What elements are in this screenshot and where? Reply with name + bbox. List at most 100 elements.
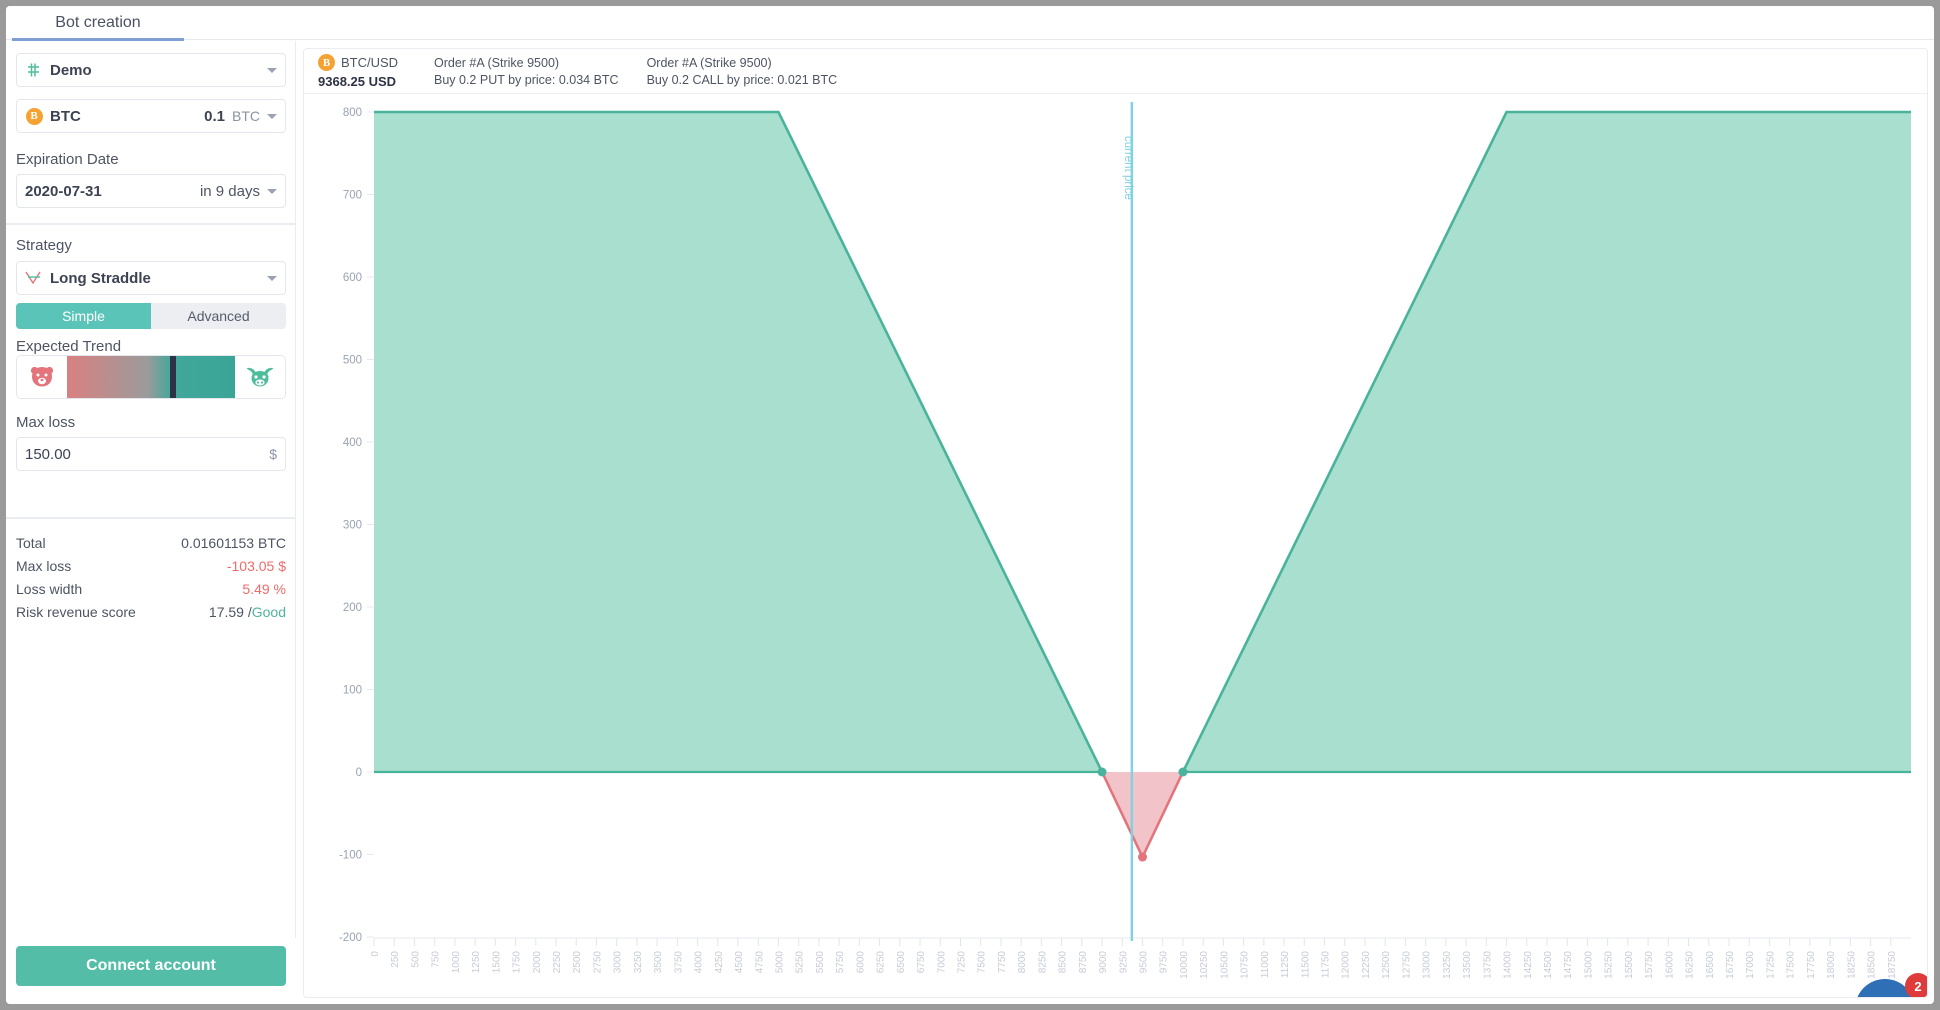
current-price-label: current price [1122, 136, 1134, 200]
x-tick-label: 12750 [1401, 951, 1412, 979]
summary-key: Total [16, 534, 46, 551]
strategy-label: Strategy [16, 237, 72, 254]
x-tick-label: 17750 [1806, 951, 1817, 979]
x-tick-label: 3000 [613, 951, 624, 974]
tab-bot-creation[interactable]: Bot creation [18, 6, 178, 40]
x-tick-label: 14500 [1543, 951, 1554, 979]
expected-trend-label: Expected Trend [16, 338, 122, 355]
x-tick-label: 15750 [1644, 951, 1655, 979]
tab-bar: Bot creation [6, 6, 1934, 41]
expiration-relative-wrap: in 9 days [200, 183, 277, 200]
summary-value-rating: Good [251, 603, 286, 620]
ticker-symbol: BTC/USD [341, 55, 399, 70]
order-card-put[interactable]: Order #A (Strike 9500) Buy 0.2 PUT by pr… [434, 56, 619, 87]
summary-row-risk-revenue-score: Risk revenue score 17.59 / Good [16, 600, 286, 623]
app-window: Bot creation Demo B BTC 0.1 BTC Expirati… [6, 6, 1934, 1004]
y-axis: 800 700 600 500 400 300 200 100 0 -100 -200 [339, 107, 374, 944]
x-tick-label: 14250 [1523, 951, 1534, 979]
x-tick-label: 7750 [997, 951, 1008, 974]
ticker-currency: USD [368, 73, 397, 89]
x-tick-label: 13000 [1422, 951, 1433, 979]
summary-value: 17.59 / [208, 603, 252, 620]
order-card-call[interactable]: Order #A (Strike 9500) Buy 0.2 CALL by p… [647, 56, 838, 87]
x-tick-label: 12000 [1341, 951, 1352, 979]
expiration-date-value: 2020-07-31 [25, 182, 102, 200]
x-tick-label: 12250 [1361, 951, 1372, 979]
x-tick-label: 11000 [1260, 951, 1271, 979]
trend-marker-handle[interactable] [170, 356, 177, 398]
account-panel: Demo B BTC 0.1 BTC Expiration Date 2020-… [6, 41, 296, 224]
x-tick-label: 10750 [1240, 951, 1251, 979]
x-tick-label: 8500 [1058, 951, 1069, 974]
x-tick-label: 8750 [1078, 951, 1089, 974]
x-tick-label: 5500 [815, 951, 826, 974]
breakeven-low-marker [1097, 767, 1107, 777]
summary-row-total: Total 0.01601153 BTC [16, 531, 286, 554]
x-tick-label: 4000 [694, 951, 705, 974]
x-tick-label: 2500 [572, 951, 583, 974]
bitcoin-outline-icon [25, 61, 43, 79]
asset-select[interactable]: B BTC 0.1 BTC [16, 99, 286, 133]
x-tick-label: 16500 [1705, 951, 1716, 979]
summary-value: 0.01601153 BTC [181, 534, 286, 551]
mode-simple-button[interactable]: Simple [16, 303, 151, 329]
strategy-caret-wrap [267, 275, 277, 281]
x-tick-label: 3750 [673, 951, 684, 974]
y-tick-label: 0 [356, 767, 362, 779]
connect-account-label: Connect account [86, 957, 216, 974]
max-loss-unit-wrap: $ [269, 446, 277, 462]
btc-coin-icon: B [318, 54, 335, 72]
profit-area-right [1182, 112, 1911, 772]
chevron-down-icon [267, 188, 277, 194]
x-tick-label: 11750 [1321, 951, 1332, 979]
x-tick-label: 1500 [491, 951, 502, 974]
expiration-date-select[interactable]: 2020-07-31 in 9 days [16, 174, 286, 208]
x-tick-label: 750 [431, 951, 442, 968]
x-tick-label: 3250 [633, 951, 644, 974]
strategy-panel: Strategy Long Straddle Simple Advanced E… [6, 224, 296, 518]
summary-panel: Total 0.01601153 BTC Max loss -103.05 $ … [6, 518, 296, 938]
x-tick-label: 12500 [1381, 951, 1392, 979]
x-tick-label: 18000 [1826, 951, 1837, 979]
account-mode-select[interactable]: Demo [16, 53, 286, 87]
x-tick-label: 17000 [1745, 951, 1756, 979]
x-tick-label: 7500 [977, 951, 988, 974]
connect-account-button[interactable]: Connect account [16, 946, 286, 986]
x-tick-label: 6000 [855, 951, 866, 974]
strategy-select[interactable]: Long Straddle [16, 261, 286, 295]
trend-gradient-track [67, 356, 235, 398]
loss-area [1102, 772, 1183, 858]
y-tick-label: 200 [343, 602, 362, 614]
ticker-top: B BTC/USD [318, 54, 398, 72]
mode-advanced-button[interactable]: Advanced [151, 303, 286, 329]
max-loss-input-label: Max loss [16, 414, 76, 431]
expected-trend-slider[interactable] [16, 355, 286, 399]
x-tick-label: 17500 [1786, 951, 1797, 979]
x-tick-label: 13750 [1482, 951, 1493, 979]
y-tick-label: 700 [343, 190, 362, 202]
y-tick-label: -200 [339, 932, 362, 944]
x-axis: 0 250 500 750 1000 1250 1500 1750 2000 2250 2500 27… [370, 937, 1911, 979]
x-tick-label: 14000 [1503, 951, 1514, 979]
mode-segmented-control: Simple Advanced [16, 303, 286, 329]
max-loss-input[interactable]: 150.00 $ [16, 437, 286, 471]
profit-area-left [374, 112, 1103, 772]
x-tick-label: 8250 [1037, 951, 1048, 974]
summary-key: Loss width [16, 580, 83, 597]
ticker-price: 9368.25 [318, 73, 365, 89]
straddle-payoff-icon [25, 269, 43, 287]
x-tick-label: 7250 [956, 951, 967, 974]
x-tick-label: 4250 [714, 951, 725, 974]
x-tick-label: 15500 [1624, 951, 1635, 979]
payoff-chart-svg: 8007006005004003002001000-100-200 0 250 50… [339, 102, 1911, 979]
x-tick-label: 3500 [653, 951, 664, 974]
x-tick-label: 2750 [592, 951, 603, 974]
summary-value: 5.49 % [242, 580, 286, 597]
summary-key: Risk revenue score [16, 603, 136, 620]
x-tick-label: 5000 [774, 951, 785, 974]
chat-widget[interactable]: 2 [1855, 973, 1927, 997]
x-tick-label: 4750 [754, 951, 765, 974]
x-tick-label: 9000 [1098, 951, 1109, 974]
x-tick-label: 5250 [795, 951, 806, 974]
x-tick-label: 11250 [1280, 951, 1291, 979]
